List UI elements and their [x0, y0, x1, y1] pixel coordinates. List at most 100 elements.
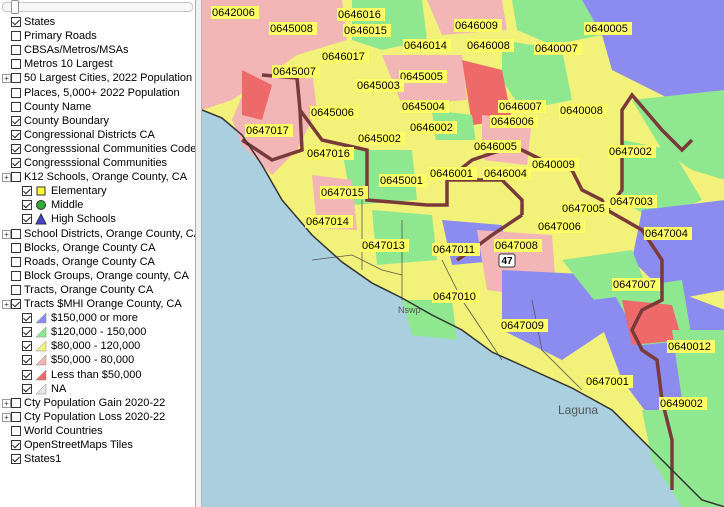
community-label: 0645005	[399, 70, 447, 83]
layer-label: Cty Population Gain 2020-22	[24, 396, 166, 409]
layer-checkbox[interactable]	[11, 256, 21, 267]
layer-checkbox[interactable]	[11, 411, 21, 422]
layer-checkbox[interactable]	[11, 143, 21, 154]
map-view[interactable]: 0642006 0646016 0646009 0640005 0645008 06460…	[201, 0, 724, 507]
layer-row[interactable]: NA	[22, 382, 66, 396]
svg-text:0647005: 0647005	[562, 203, 605, 215]
layer-row[interactable]: $50,000 - 80,000	[22, 353, 134, 367]
layer-checkbox[interactable]	[22, 200, 32, 211]
layer-checkbox[interactable]	[11, 101, 21, 112]
layer-checkbox[interactable]	[11, 87, 21, 98]
layer-row[interactable]: Tracts, Orange County CA	[11, 283, 153, 297]
layer-row[interactable]: CBSAs/Metros/MSAs	[11, 43, 129, 57]
layer-label: States1	[24, 453, 62, 466]
layer-row[interactable]: + Cty Population Gain 2020-22	[2, 396, 166, 410]
layer-checkbox[interactable]	[11, 270, 21, 281]
layer-row[interactable]: World Countries	[11, 424, 103, 438]
layer-row[interactable]: Block Groups, Orange county, CA	[11, 269, 189, 283]
layer-label: 50 Largest Cities, 2022 Population	[24, 72, 193, 85]
layer-checkbox[interactable]	[11, 172, 21, 183]
layer-legend-panel: States Primary Roads CBSAs/Metros/MSAs Metr…	[0, 0, 196, 507]
layer-checkbox[interactable]	[11, 228, 21, 239]
svg-text:0646009: 0646009	[455, 20, 498, 32]
layer-row[interactable]: Places, 5,000+ 2022 Population	[11, 86, 180, 100]
layer-row[interactable]: High Schools	[22, 212, 116, 226]
svg-text:0647016: 0647016	[307, 148, 350, 160]
svg-text:0647010: 0647010	[433, 291, 476, 303]
svg-text:0647014: 0647014	[306, 216, 349, 228]
layer-checkbox[interactable]	[11, 17, 21, 27]
layer-checkbox[interactable]	[11, 299, 21, 309]
layer-row[interactable]: Elementary	[22, 184, 107, 198]
svg-text:0646004: 0646004	[484, 168, 527, 180]
layer-checkbox[interactable]	[22, 369, 32, 380]
layer-checkbox[interactable]	[22, 313, 32, 324]
layer-row[interactable]: OpenStreetMaps Tiles	[11, 438, 133, 452]
svg-text:0645005: 0645005	[400, 71, 443, 83]
expand-toggle[interactable]: +	[2, 74, 11, 84]
map-canvas[interactable]: 0642006 0646016 0646009 0640005 0645008 06460…	[202, 0, 724, 507]
layer-row[interactable]: County Boundary	[11, 114, 109, 128]
expand-toggle[interactable]: +	[2, 229, 11, 239]
layer-row[interactable]: Blocks, Orange County CA	[11, 241, 155, 255]
layer-label: Places, 5,000+ 2022 Population	[24, 86, 180, 99]
layer-row[interactable]: $120,000 - 150,000	[22, 325, 146, 339]
layer-row[interactable]: $80,000 - 120,000	[22, 339, 140, 353]
layer-row[interactable]: Congresssional Communities	[11, 156, 167, 170]
layer-checkbox[interactable]	[11, 73, 21, 84]
layer-checkbox[interactable]	[11, 45, 21, 56]
community-label: 0646014	[403, 39, 451, 52]
layer-row[interactable]: Primary Roads	[11, 29, 97, 43]
layer-checkbox[interactable]	[11, 440, 21, 450]
layer-checkbox[interactable]	[11, 31, 21, 42]
layer-row[interactable]: + Tracts $MHI Orange County, CA	[2, 297, 182, 311]
svg-text:0645007: 0645007	[273, 66, 316, 78]
layer-row[interactable]: County Name	[11, 100, 91, 114]
zoom-slider[interactable]	[2, 0, 193, 14]
community-label: 0646006	[490, 115, 538, 128]
layer-row[interactable]: + School Districts, Orange County, CA	[2, 227, 195, 241]
layer-checkbox[interactable]	[11, 242, 21, 253]
layer-row[interactable]: + Cty Population Loss 2020-22	[2, 410, 165, 424]
layer-checkbox[interactable]	[11, 425, 21, 436]
expand-toggle[interactable]: +	[2, 412, 11, 422]
layer-row[interactable]: +50 Largest Cities, 2022 Population	[2, 71, 193, 85]
layer-checkbox[interactable]	[22, 327, 32, 338]
svg-text:0640007: 0640007	[535, 43, 578, 55]
layer-row[interactable]: Roads, Orange County CA	[11, 255, 155, 269]
expand-toggle[interactable]: +	[2, 173, 11, 183]
community-label: 0647007	[612, 278, 660, 291]
layer-checkbox[interactable]	[11, 59, 21, 70]
layer-row[interactable]: States	[11, 15, 55, 29]
layer-label: Roads, Orange County CA	[24, 255, 155, 268]
layer-checkbox[interactable]	[22, 214, 32, 225]
layer-checkbox[interactable]	[22, 341, 32, 352]
expand-toggle[interactable]: +	[2, 398, 11, 408]
layer-row[interactable]: States1	[11, 452, 61, 466]
svg-text:0647017: 0647017	[246, 125, 289, 137]
layer-checkbox[interactable]	[11, 397, 21, 408]
community-label: 0647015	[320, 186, 368, 199]
layer-checkbox[interactable]	[11, 129, 21, 140]
community-label: 0647003	[609, 195, 657, 208]
layer-row[interactable]: Metros 10 Largest	[11, 57, 113, 71]
expand-toggle[interactable]: +	[2, 300, 11, 309]
community-label: 0646016	[337, 8, 385, 21]
layer-row[interactable]: Middle	[22, 198, 83, 212]
layer-row[interactable]: Congresssional Communities Code	[11, 142, 195, 156]
community-label: 0647017	[245, 124, 293, 137]
layer-checkbox[interactable]	[11, 454, 21, 465]
layer-checkbox[interactable]	[22, 383, 32, 394]
layer-row[interactable]: $150,000 or more	[22, 311, 138, 325]
community-label: 0645001	[379, 174, 427, 187]
layer-checkbox[interactable]	[22, 186, 32, 197]
zoom-slider-thumb[interactable]	[11, 0, 19, 14]
community-label: 0647006	[537, 220, 585, 233]
layer-checkbox[interactable]	[11, 158, 21, 168]
layer-row[interactable]: Congressional Districts CA	[11, 128, 155, 142]
layer-row[interactable]: + K12 Schools, Orange County, CA	[2, 170, 187, 184]
layer-checkbox[interactable]	[11, 284, 21, 295]
layer-row[interactable]: Less than $50,000	[22, 368, 142, 382]
layer-checkbox[interactable]	[11, 115, 21, 126]
layer-checkbox[interactable]	[22, 355, 32, 366]
